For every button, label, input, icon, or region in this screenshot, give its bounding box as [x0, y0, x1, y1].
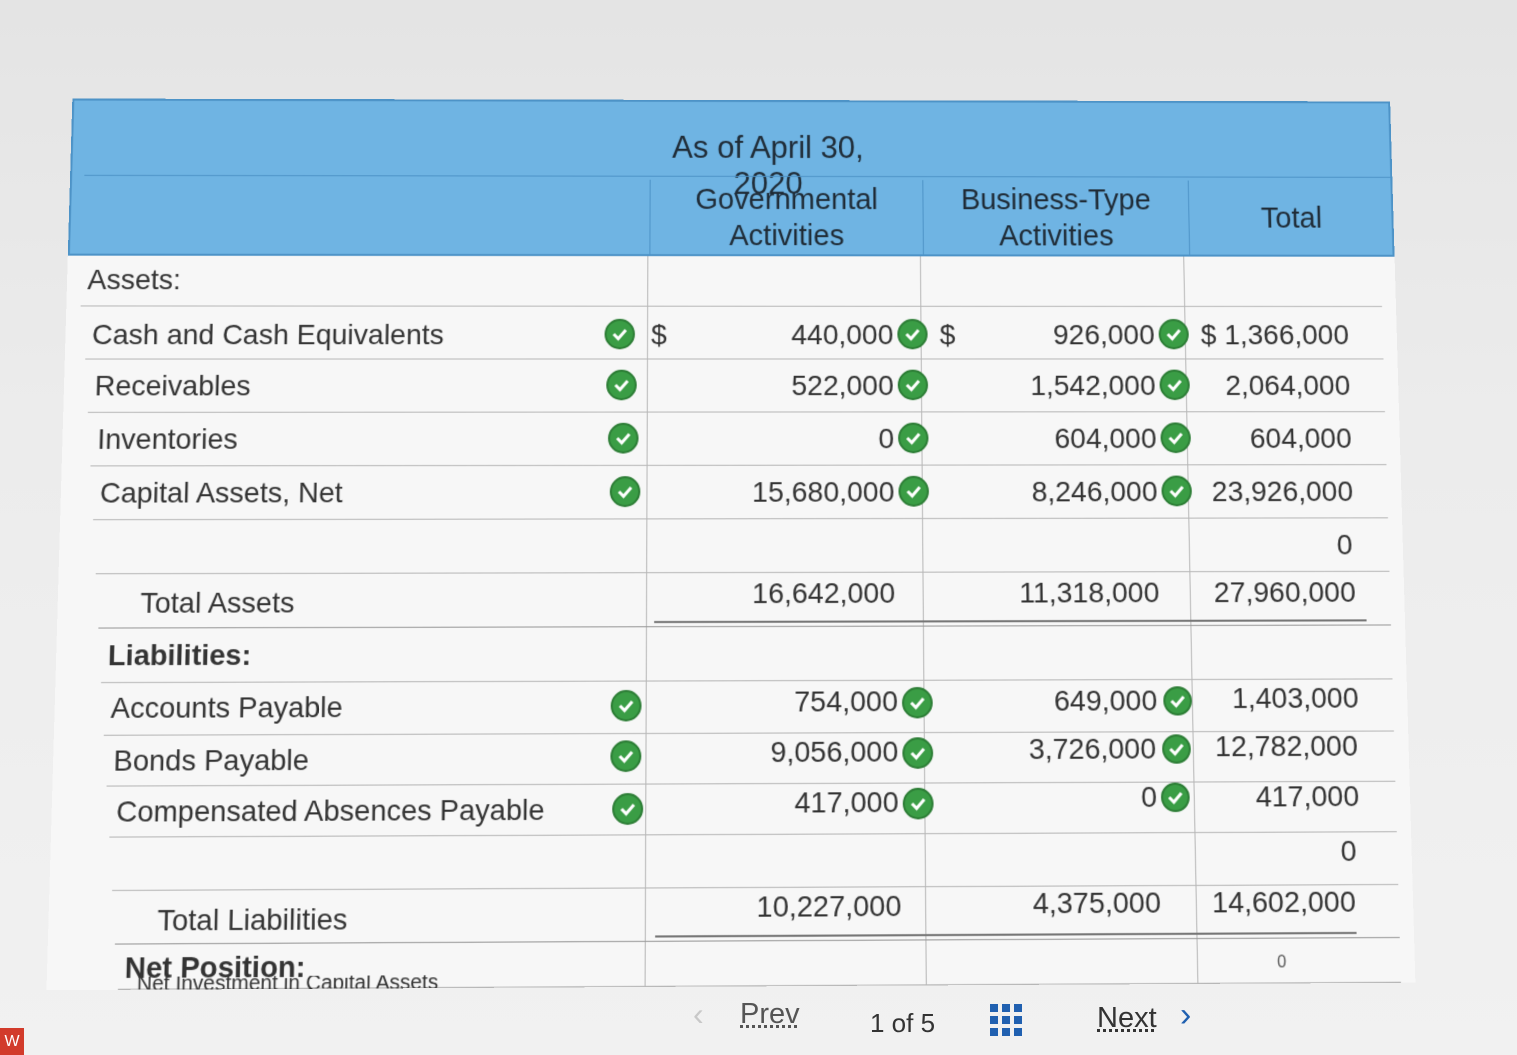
- row-label: Bonds Payable: [113, 743, 310, 778]
- total-value: 0: [1336, 528, 1353, 561]
- bus-input[interactable]: 3,726,000: [980, 732, 1157, 766]
- total-liabilities-gov: 10,227,000: [756, 889, 902, 924]
- currency-sign: $: [651, 318, 667, 351]
- total-liabilities-label: Total Liabilities: [156, 902, 348, 937]
- check-icon: [898, 475, 930, 507]
- row-label: Inventories: [96, 423, 239, 456]
- total-value: 417,000: [1255, 779, 1360, 813]
- row-label: Net Investment in Capital Assets: [136, 974, 439, 990]
- total-value: 2,064,000: [1224, 369, 1351, 402]
- chevron-right-icon[interactable]: ›: [1180, 996, 1191, 1035]
- column-total: Total: [1187, 180, 1395, 257]
- bus-input[interactable]: 1,542,000: [978, 370, 1156, 403]
- pagination-bar: ‹ Prev 1 of 5 Next ›: [0, 990, 1517, 1050]
- gov-input[interactable]: 754,000: [697, 685, 898, 719]
- table-row: Cash and Cash Equivalents $ 440,000 $ 92…: [85, 308, 1384, 360]
- check-icon: [1163, 686, 1193, 716]
- total-assets-bus: 11,318,000: [1019, 576, 1160, 609]
- page-indicator: 1 of 5: [870, 1008, 936, 1038]
- check-icon: [902, 737, 934, 769]
- table-row-cutoff: Net Investment in Capital Assets: [126, 974, 565, 989]
- row-label: Accounts Payable: [110, 690, 344, 725]
- prev-button[interactable]: Prev: [740, 998, 800, 1031]
- grid-icon[interactable]: [990, 1004, 1022, 1036]
- app-badge-icon: W: [0, 1028, 24, 1055]
- table-row: Bonds Payable 9,056,000 3,726,000 12,782…: [106, 729, 1396, 787]
- check-icon: [1160, 782, 1190, 813]
- gov-input[interactable]: 417,000: [697, 786, 899, 821]
- gov-input[interactable]: 440,000: [696, 319, 894, 351]
- check-icon: [897, 318, 928, 350]
- table-row: Compensated Absences Payable 417,000 0 4…: [109, 779, 1397, 838]
- total-value: 12,782,000: [1214, 729, 1359, 763]
- section-label-liabilities: Liabilities:: [107, 638, 252, 672]
- table-row: Capital Assets, Net 15,680,000 8,246,000…: [93, 467, 1388, 521]
- gov-input[interactable]: 15,680,000: [695, 476, 894, 509]
- total-value: 604,000: [1249, 422, 1353, 455]
- total-value: 23,926,000: [1211, 475, 1354, 508]
- table-row-blank: 0: [95, 520, 1390, 575]
- bus-input[interactable]: 0: [981, 781, 1158, 815]
- section-row-liabilities: Liabilities:: [101, 627, 1393, 684]
- table-row: Inventories 0 604,000 604,000: [90, 414, 1387, 467]
- bus-input[interactable]: 8,246,000: [979, 476, 1157, 509]
- check-icon: [1160, 422, 1192, 454]
- bus-input[interactable]: 604,000: [979, 422, 1157, 455]
- check-icon: [1158, 319, 1190, 350]
- row-label: Receivables: [94, 369, 251, 402]
- check-icon: [897, 369, 929, 401]
- gov-input[interactable]: 0: [695, 423, 894, 456]
- column-governmental: Governmental Activities: [649, 179, 923, 257]
- check-icon: [612, 793, 644, 825]
- next-button[interactable]: Next: [1097, 1002, 1157, 1035]
- table-body: Assets: Cash and Cash Equivalents $ 440,…: [46, 255, 1416, 991]
- check-icon: [610, 740, 642, 773]
- check-icon: [1161, 734, 1192, 764]
- total-value: $ 1,366,000: [1200, 319, 1350, 351]
- check-icon: [604, 318, 635, 350]
- table-row: Receivables 522,000 1,542,000 2,064,000: [87, 361, 1385, 413]
- total-value: 1,403,000: [1231, 681, 1359, 715]
- total-liabilities-total: 14,602,000: [1211, 885, 1357, 919]
- check-icon: [902, 787, 934, 820]
- row-label: Compensated Absences Payable: [115, 793, 545, 829]
- total-value: 0: [1340, 834, 1357, 868]
- check-icon: [1159, 369, 1191, 401]
- total-assets-total: 27,960,000: [1213, 575, 1357, 609]
- row-label: Cash and Cash Equivalents: [91, 318, 445, 351]
- chevron-left-icon[interactable]: ‹: [693, 996, 704, 1033]
- bus-input[interactable]: 926,000: [978, 319, 1155, 351]
- gov-input[interactable]: 522,000: [695, 370, 893, 403]
- currency-sign: $: [939, 318, 956, 351]
- bus-input[interactable]: 649,000: [982, 684, 1158, 718]
- check-icon: [898, 422, 929, 454]
- table-row: Accounts Payable 754,000 649,000 1,403,0…: [103, 679, 1394, 736]
- check-icon: [607, 422, 639, 454]
- total-assets-gov: 16,642,000: [752, 576, 896, 610]
- table-header: As of April 30, 2020 Governmental Activi…: [67, 98, 1395, 257]
- total-liabilities-bus: 4,375,000: [1032, 886, 1162, 920]
- check-icon: [1161, 475, 1193, 507]
- check-icon: [609, 476, 641, 508]
- row-label: Capital Assets, Net: [99, 476, 343, 509]
- column-business-type: Business-Type Activities: [922, 180, 1190, 257]
- balance-sheet: As of April 30, 2020 Governmental Activi…: [46, 98, 1416, 991]
- total-assets-label: Total Assets: [139, 586, 295, 620]
- check-icon: [610, 689, 642, 722]
- table-row-blank: 0: [112, 832, 1399, 891]
- check-icon: [901, 687, 933, 719]
- section-label-assets: Assets:: [87, 263, 182, 296]
- check-icon: [606, 369, 637, 401]
- total-value: 0: [1277, 953, 1287, 972]
- gov-input[interactable]: 9,056,000: [697, 735, 898, 769]
